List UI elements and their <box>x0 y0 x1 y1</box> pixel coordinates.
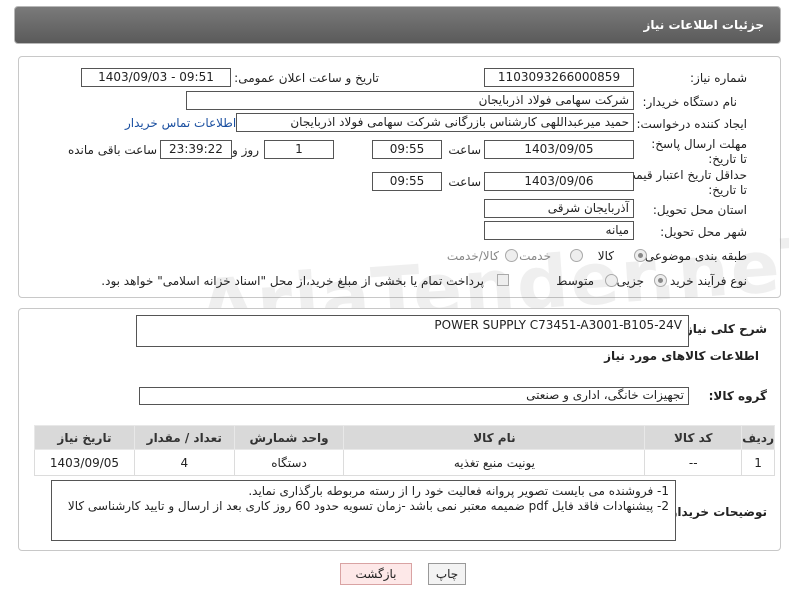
goods-group-label: گروه کالا: <box>708 389 767 403</box>
purchase-option-minor: جزیی <box>616 274 644 288</box>
city-field: میانه <box>484 221 634 240</box>
cell-row: 1 <box>741 449 775 476</box>
col-quantity: تعداد / مقدار <box>133 425 235 450</box>
city-label: شهر محل تحویل: <box>660 225 747 239</box>
need-number-label: شماره نیاز: <box>690 71 747 85</box>
purchase-radio-medium[interactable] <box>605 274 618 287</box>
table-row: 1 -- یونیت منبع تغذیه دستگاه 4 1403/09/0… <box>34 449 775 476</box>
category-radio-goods-service[interactable] <box>505 249 518 262</box>
treasury-payment-note: پرداخت تمام یا بخشی از مبلغ خرید،از محل … <box>101 274 484 288</box>
cell-unit: دستگاه <box>233 449 345 476</box>
need-number-field: 1103093266000859 <box>484 68 634 87</box>
announce-field: 1403/09/03 - 09:51 <box>81 68 231 87</box>
buyer-notes-line-1: 1- فروشنده می بایست تصویر پروانه فعالیت … <box>248 484 669 498</box>
days-field: 1 <box>264 140 334 159</box>
page-header: جزئیات اطلاعات نیاز <box>14 6 781 44</box>
print-button[interactable]: چاپ <box>428 563 466 585</box>
summary-field: POWER SUPPLY C73451-A3001-B105-24V <box>136 315 689 347</box>
validity-date-field: 1403/09/06 <box>484 172 634 191</box>
validity-time-label: ساعت <box>448 175 481 189</box>
purchase-option-medium: متوسط <box>556 274 594 288</box>
back-button[interactable]: بازگشت <box>340 563 412 585</box>
deadline-time-label: ساعت <box>448 143 481 157</box>
category-option-service: خدمت <box>519 249 551 263</box>
deadline-label: مهلت ارسال پاسخ: تا تاریخ: <box>651 137 747 166</box>
deadline-date-field: 1403/09/05 <box>484 140 634 159</box>
col-code: کد کالا <box>644 425 743 450</box>
goods-info-title: اطلاعات کالاهای مورد نیاز <box>604 349 759 363</box>
days-label: روز و <box>232 143 259 157</box>
goods-table: ردیف کد کالا نام کالا واحد شمارش تعداد /… <box>34 425 775 476</box>
province-label: استان محل تحویل: <box>652 203 747 217</box>
cell-name: یونیت منبع تغذیه <box>343 449 646 476</box>
buyer-contact-link[interactable]: اطلاعات تماس خریدار <box>125 116 236 130</box>
col-name: نام کالا <box>343 425 646 450</box>
remaining-time-field: 23:39:22 <box>160 140 232 159</box>
category-option-goods: کالا <box>597 249 614 263</box>
deadline-time-field: 09:55 <box>372 140 442 159</box>
cell-code: -- <box>644 449 743 476</box>
creator-field: حمید میرعبداللهی کارشناس بازرگانی شرکت س… <box>236 113 634 132</box>
purchase-type-label: نوع فرآیند خرید : <box>662 274 747 288</box>
col-unit: واحد شمارش <box>233 425 345 450</box>
col-row: ردیف <box>741 425 775 450</box>
goods-table-header: ردیف کد کالا نام کالا واحد شمارش تعداد /… <box>34 425 775 450</box>
cell-date: 1403/09/05 <box>34 449 135 476</box>
category-radio-goods[interactable] <box>634 249 647 262</box>
category-label: طبقه بندی موضوعی: <box>640 249 747 263</box>
buyer-notes-line-2: 2- پیشنهادات فاقد فایل pdf ضمیمه معتبر ن… <box>67 499 669 513</box>
category-radio-service[interactable] <box>570 249 583 262</box>
validity-time-field: 09:55 <box>372 172 442 191</box>
buyer-org-label: نام دستگاه خریدار: <box>642 95 738 109</box>
treasury-payment-checkbox[interactable] <box>497 274 509 286</box>
announce-label: تاریخ و ساعت اعلان عمومی: <box>234 71 379 85</box>
goods-group-field: تجهیزات خانگی، اداری و صنعتی <box>139 387 689 405</box>
col-date: تاریخ نیاز <box>34 425 135 450</box>
buyer-notes-label: توضیحات خریدار: <box>665 505 767 519</box>
category-option-goods-service: کالا/خدمت <box>446 249 499 263</box>
province-field: آذربایجان شرقی <box>484 199 634 218</box>
summary-label: شرح کلی نیاز: <box>681 322 767 336</box>
creator-label: ایجاد کننده درخواست: <box>636 117 747 131</box>
remaining-label: ساعت باقی مانده <box>67 143 157 157</box>
page-title: جزئیات اطلاعات نیاز <box>643 18 764 32</box>
purchase-radio-minor[interactable] <box>654 274 667 287</box>
cell-quantity: 4 <box>133 449 235 476</box>
validity-label: حداقل تاریخ اعتبار قیمت: تا تاریخ: <box>620 168 747 197</box>
buyer-notes-box: 1- فروشنده می بایست تصویر پروانه فعالیت … <box>51 480 676 541</box>
buyer-org-field: شرکت سهامی فولاد اذربایجان <box>186 91 634 110</box>
summary-text: POWER SUPPLY C73451-A3001-B105-24V <box>434 318 682 332</box>
